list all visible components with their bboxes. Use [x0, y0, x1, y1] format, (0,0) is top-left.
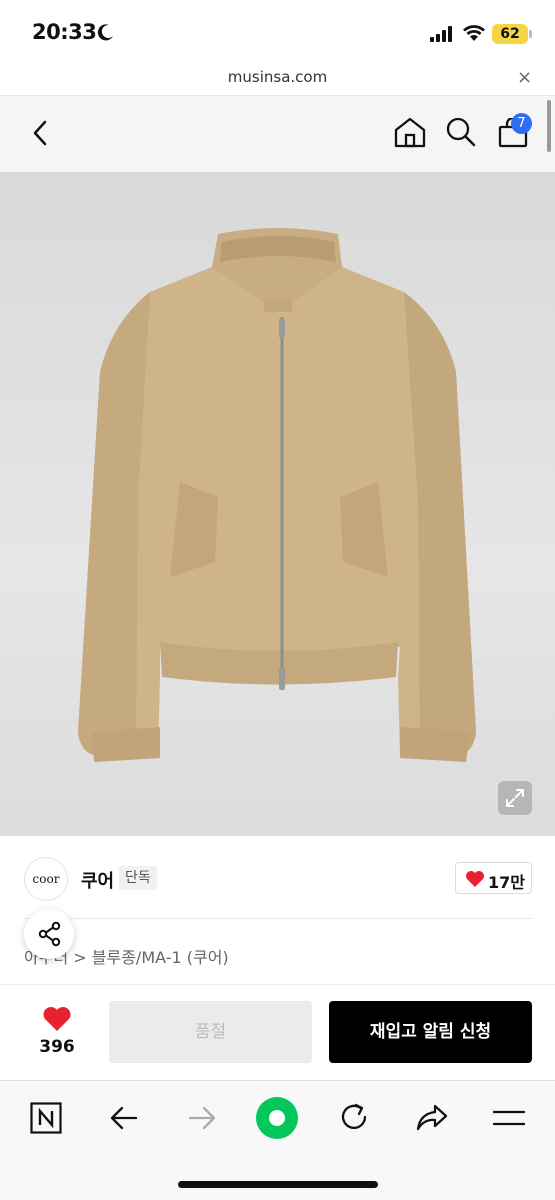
breadcrumb-separator: > — [73, 948, 87, 967]
home-icon[interactable] — [393, 116, 427, 148]
wishlist-heart-icon[interactable] — [42, 1005, 72, 1032]
back-chevron-icon[interactable] — [30, 118, 50, 148]
share-icon — [38, 921, 61, 947]
moon-icon — [97, 24, 113, 41]
forward-arrow-icon[interactable] — [186, 1103, 218, 1133]
heart-icon — [466, 871, 484, 887]
close-icon[interactable]: × — [517, 67, 532, 88]
share-button[interactable] — [24, 909, 74, 959]
expand-icon — [506, 789, 524, 807]
product-image[interactable] — [0, 172, 555, 836]
breadcrumb-category[interactable]: 블루종/MA-1 (쿠어) — [92, 948, 229, 967]
back-arrow-icon[interactable] — [108, 1103, 140, 1133]
soldout-button: 품절 — [109, 1001, 312, 1063]
app-header — [0, 96, 555, 172]
jacket-image — [78, 228, 476, 762]
wishlist-count: 396 — [39, 1037, 75, 1057]
share-arrow-icon[interactable] — [415, 1103, 449, 1133]
status-bar: 20:33 62 — [0, 0, 555, 66]
brand-like-count: 17만 — [488, 873, 525, 892]
naver-n-icon[interactable] — [30, 1102, 62, 1134]
status-time: 20:33 — [32, 20, 97, 44]
restock-alert-button[interactable]: 재입고 알림 신청 — [329, 1001, 532, 1063]
signal-icon — [430, 26, 452, 42]
brand-logo[interactable]: coor — [24, 857, 68, 901]
reload-icon[interactable] — [338, 1101, 370, 1133]
cart-count-badge: 7 — [511, 113, 532, 134]
brand-name[interactable]: 쿠어 — [81, 867, 114, 893]
divider — [24, 918, 532, 919]
wifi-icon — [463, 25, 485, 41]
url-text[interactable]: musinsa.com — [0, 68, 555, 86]
scrollbar[interactable] — [547, 100, 551, 152]
menu-icon[interactable] — [492, 1107, 526, 1131]
expand-image-button[interactable] — [498, 781, 532, 815]
brand-like-button[interactable]: 17만 — [455, 862, 532, 894]
exclusive-badge: 단독 — [119, 866, 157, 890]
home-indicator — [178, 1181, 378, 1188]
green-home-icon[interactable] — [255, 1096, 299, 1140]
battery-tip — [529, 30, 532, 38]
battery-indicator: 62 — [492, 24, 528, 44]
url-bar[interactable]: musinsa.com × — [0, 62, 555, 96]
search-icon[interactable] — [445, 116, 477, 148]
